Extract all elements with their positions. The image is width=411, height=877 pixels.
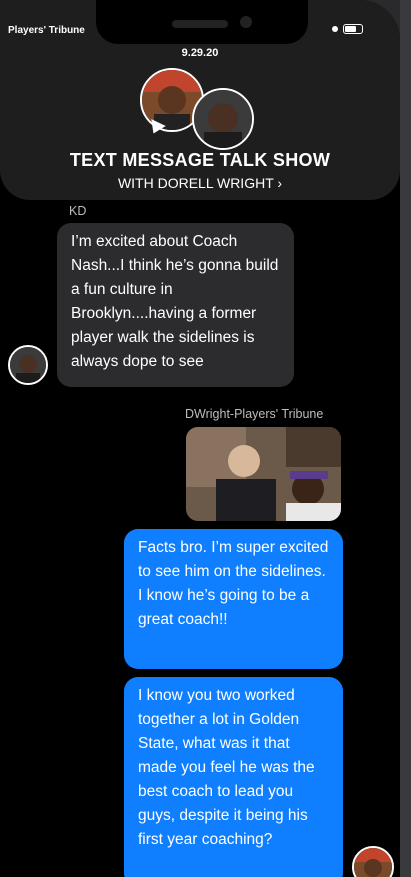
show-header: Players' Tribune 9.29.20 TEXT MESSAGE TA… bbox=[0, 0, 400, 200]
host-small-avatar[interactable] bbox=[352, 846, 394, 877]
sender-name: DWright-Players' Tribune bbox=[185, 407, 324, 421]
photo-message[interactable] bbox=[186, 427, 341, 521]
status-icons bbox=[332, 24, 363, 34]
show-title: TEXT MESSAGE TALK SHOW bbox=[69, 150, 331, 170]
signal-dot-icon bbox=[332, 26, 338, 32]
carrier-label: Players' Tribune bbox=[8, 25, 85, 36]
phone-screen: Players' Tribune 9.29.20 TEXT MESSAGE TA… bbox=[0, 0, 400, 877]
show-date: 9.29.20 bbox=[181, 47, 219, 59]
host-link[interactable]: WITH DORELL WRIGHT › bbox=[0, 175, 400, 191]
camera-icon bbox=[240, 16, 252, 28]
battery-icon bbox=[343, 24, 363, 34]
phone-notch bbox=[96, 0, 308, 44]
host-avatar[interactable] bbox=[192, 88, 254, 150]
message-bubble-outgoing[interactable]: I know you two worked together a lot in … bbox=[124, 677, 343, 877]
sender-name: KD bbox=[69, 204, 87, 218]
speaker-grille bbox=[172, 20, 228, 28]
kd-avatar[interactable] bbox=[8, 345, 48, 385]
message-bubble-incoming[interactable]: I’m excited about Coach Nash...I think h… bbox=[57, 223, 294, 387]
message-bubble-outgoing[interactable]: Facts bro. I’m super excited to see him … bbox=[124, 529, 343, 669]
device-frame-edge bbox=[400, 0, 411, 877]
